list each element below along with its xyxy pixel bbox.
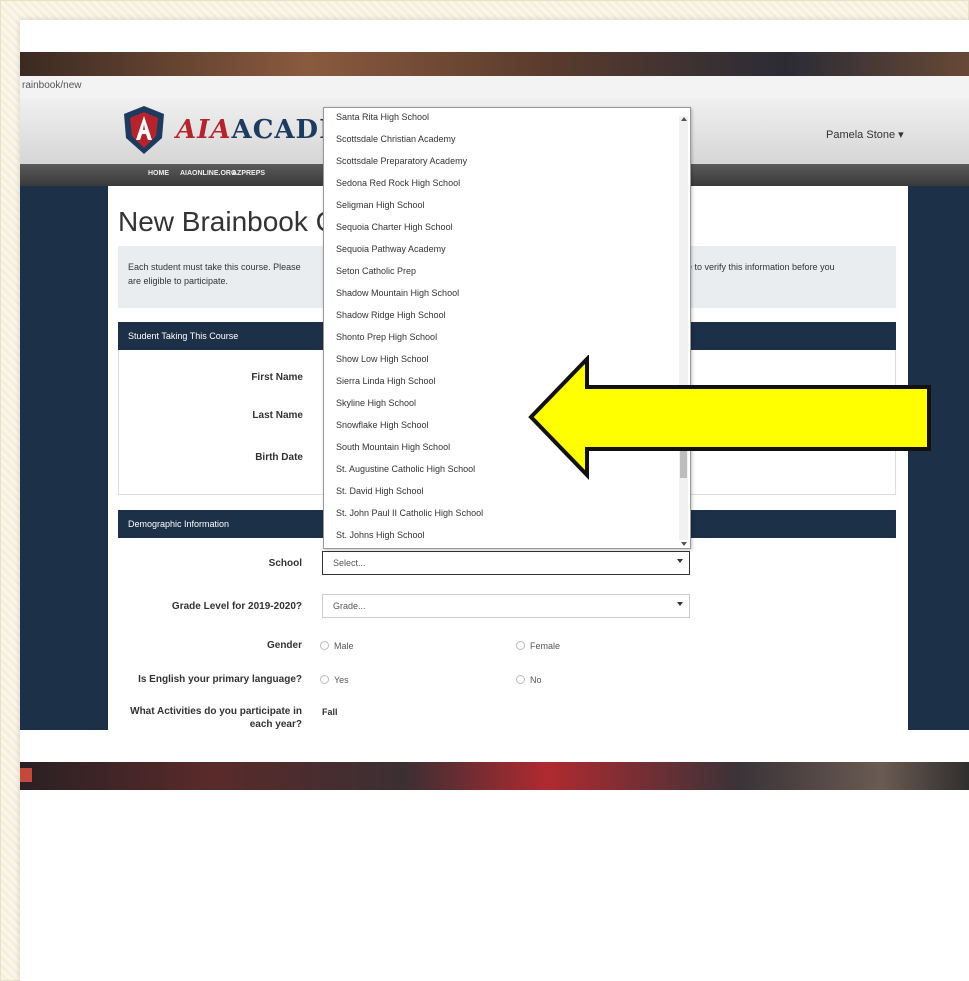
nav-azpreps[interactable]: AZPREPS [232,170,265,177]
dropdown-option[interactable]: St. John Paul II Catholic High School [336,508,483,518]
notice-text-2: are eligible to participate. [128,276,229,286]
first-name-label: First Name [251,372,303,383]
chevron-down-icon [677,559,683,563]
grade-label: Grade Level for 2019-2020? [171,601,302,612]
gender-label: Gender [266,640,302,651]
scroll-down-icon[interactable] [681,542,687,546]
dropdown-option[interactable]: Snowflake High School [336,420,429,430]
english-no-label: No [530,675,542,685]
radio-icon [320,641,329,650]
screenshot-paper: rainbook/new AIAACADEMY Pamela Stone ▾ H… [20,20,969,981]
page-title: New Brainbook C [118,206,336,237]
dropdown-option[interactable]: Scottsdale Preparatory Academy [336,156,467,166]
left-arrow-annotation-icon [528,355,931,480]
last-name-label: Last Name [252,410,303,421]
dropdown-option[interactable]: South Mountain High School [336,442,450,452]
nav-home[interactable]: HOME [148,170,169,177]
dropdown-option[interactable]: Scottsdale Christian Academy [336,134,456,144]
aia-shield-logo-icon[interactable] [120,104,168,156]
activities-label-2: each year? [249,719,302,730]
gender-female-radio[interactable]: Female [516,641,560,651]
notice-text-1: Each student must take this course. Plea… [128,262,301,272]
dropdown-option[interactable]: Santa Rita High School [336,112,429,122]
radio-icon [516,675,525,684]
nav-aiaonline[interactable]: AIAONLINE.ORG [180,170,236,177]
radio-icon [320,675,329,684]
school-select-value: Select... [333,558,366,568]
top-banner-image [20,52,969,76]
english-yes-label: Yes [334,675,349,685]
address-bar[interactable]: rainbook/new [20,76,969,99]
english-no-radio[interactable]: No [516,675,542,685]
dropdown-option[interactable]: Seligman High School [336,200,425,210]
gender-female-label: Female [530,641,561,651]
school-label: School [268,558,302,569]
dropdown-option[interactable]: Shadow Mountain High School [336,288,459,298]
birth-date-label: Birth Date [255,452,303,463]
grade-select[interactable]: Grade... [322,594,690,618]
activities-season-fall: Fall [322,707,338,717]
dropdown-option[interactable]: Shonto Prep High School [336,332,437,342]
dropdown-option[interactable]: Shadow Ridge High School [336,310,446,320]
left-gutter [20,186,108,730]
dropdown-option[interactable]: Show Low High School [336,354,429,364]
english-label: Is English your primary language? [138,674,302,685]
radio-icon [516,641,525,650]
dropdown-option[interactable]: Sequoia Charter High School [336,222,453,232]
scroll-up-icon[interactable] [681,117,687,121]
gender-male-label: Male [334,641,354,651]
grade-select-value: Grade... [333,601,366,611]
english-yes-radio[interactable]: Yes [320,675,349,685]
logo-aia: AIA [176,115,232,145]
dropdown-option[interactable]: Seton Catholic Prep [336,266,416,276]
url-text: rainbook/new [22,80,82,91]
dropdown-option[interactable]: Sequoia Pathway Academy [336,244,446,254]
chevron-down-icon [677,602,683,606]
dropdown-option[interactable]: Sierra Linda High School [336,376,436,386]
dropdown-option[interactable]: Sedona Red Rock High School [336,178,460,188]
dropdown-option[interactable]: Skyline High School [336,398,416,408]
school-dropdown-list[interactable]: Santa Rita High School Scottsdale Christ… [323,107,691,549]
taskbar-app-icon[interactable] [20,768,32,782]
bottom-banner-image [20,762,969,790]
activities-label-1: What Activities do you participate in [130,706,302,717]
gender-male-radio[interactable]: Male [320,641,354,651]
dropdown-option[interactable]: St. Augustine Catholic High School [336,464,475,474]
dropdown-option[interactable]: St. Johns High School [336,530,425,540]
demographic-panel-title: Demographic Information [128,519,230,529]
student-panel-title: Student Taking This Course [128,331,239,341]
school-select[interactable]: Select... [322,551,690,575]
user-menu[interactable]: Pamela Stone ▾ [826,128,904,141]
dropdown-option[interactable]: St. David High School [336,486,424,496]
notice-text-right: ble to verify this information before yo… [680,262,835,272]
